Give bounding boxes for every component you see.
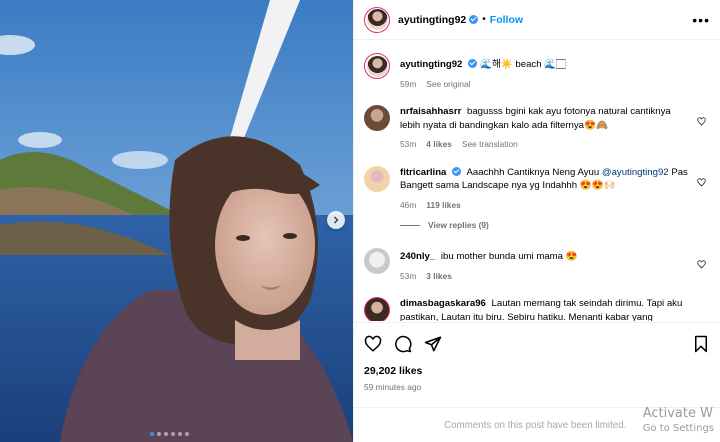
share-icon[interactable] [424,335,442,353]
carousel-dot [150,432,154,436]
avatar[interactable] [364,105,390,131]
verified-badge-icon [469,15,479,24]
post-photo[interactable] [0,0,353,442]
comment-body: 240nly_ ibu mother bunda umi mama 😍 53m … [400,248,710,283]
bookmark-icon[interactable] [692,335,710,353]
like-heart-icon[interactable] [364,335,382,353]
comment-likes[interactable]: 119 likes [426,199,460,213]
next-photo-button[interactable] [327,211,345,229]
caption-username[interactable]: ayutingting92 [400,59,462,70]
heart-icon[interactable] [697,117,706,126]
post-actions: 29,202 likes 59 minutes ago [354,322,720,392]
see-original-link[interactable]: See original [426,78,470,92]
activate-windows-watermark: Activate W Go to Settings [643,406,714,434]
verified-badge-icon [468,59,478,68]
comment-likes[interactable]: 3 likes [426,270,452,284]
comment-username[interactable]: dimasbagaskara96 [400,298,486,309]
carousel-dot [178,432,182,436]
comment-body: dimasbagaskara96 Lautan memang tak seind… [400,297,710,321]
post-side-panel: ayutingting92 • Follow ••• ayutingting92… [353,0,720,442]
comment-item: 240nly_ ibu mother bunda umi mama 😍 53m … [364,248,710,283]
chevron-right-icon [334,216,339,224]
see-translation-link[interactable]: See translation [462,138,518,152]
comment-text: ibu mother bunda umi mama 😍 [440,251,578,262]
comment-item: nrfaisahhasrr bagusss bgini kak ayu foto… [364,105,710,152]
separator: • [482,14,486,25]
post-time: 59 minutes ago [364,382,422,392]
view-replies-button[interactable]: View replies (9) [400,220,710,230]
caption-text: 🌊해☀️ beach 🌊🏻 [480,59,566,70]
avatar[interactable] [364,297,390,321]
comment-body: nrfaisahhasrr bagusss bgini kak ayu foto… [400,105,710,152]
carousel-indicator [150,432,189,436]
photo-image [0,0,353,442]
watermark-line1: Activate W [642,406,713,421]
caption: ayutingting92 🌊해☀️ beach 🌊🏻 59m See orig… [364,53,710,91]
divider [400,224,420,226]
comment-time: 53m [400,139,417,149]
comment-time: 53m [400,270,417,281]
action-icons [364,333,710,355]
avatar[interactable] [364,165,390,192]
watermark-line2: Go to Settings [642,423,714,434]
avatar[interactable] [364,6,390,33]
header-username[interactable]: ayutingting92 [398,14,466,26]
comment-likes[interactable]: 4 likes [426,138,452,152]
caption-body: ayutingting92 🌊해☀️ beach 🌊🏻 59m See orig… [400,53,710,91]
carousel-dot [164,432,168,436]
post-header: ayutingting92 • Follow ••• [354,0,720,40]
mention-link[interactable]: @ayutingting92 [602,167,669,178]
view-replies-label: View replies (9) [428,220,489,230]
comment-icon[interactable] [394,335,412,353]
heart-icon[interactable] [697,260,706,269]
caption-time: 59m [400,78,417,89]
verified-badge-icon [452,166,462,176]
comment-username[interactable]: 240nly_ [400,251,435,262]
avatar[interactable] [364,53,390,79]
comment-text: Aaachhh Cantiknya Neng Ayuu [466,166,602,178]
comment-body: fitricarlina Aaachhh Cantiknya Neng Ayuu… [400,166,710,213]
comments-list[interactable]: ayutingting92 🌊해☀️ beach 🌊🏻 59m See orig… [354,41,720,321]
carousel-dot [185,432,189,436]
more-horizontal-icon[interactable]: ••• [692,13,710,27]
comment-item: fitricarlina Aaachhh Cantiknya Neng Ayuu… [364,165,710,213]
comment-time: 46m [400,199,417,210]
comment-username[interactable]: fitricarlina [400,167,446,178]
heart-icon[interactable] [697,177,706,187]
avatar[interactable] [364,248,390,274]
carousel-dot [157,432,161,436]
follow-button[interactable]: Follow [490,14,523,26]
carousel-dot [171,432,175,436]
comment-username[interactable]: nrfaisahhasrr [400,106,461,117]
comment-item: dimasbagaskara96 Lautan memang tak seind… [364,297,710,321]
likes-count[interactable]: 29,202 likes [364,365,710,377]
